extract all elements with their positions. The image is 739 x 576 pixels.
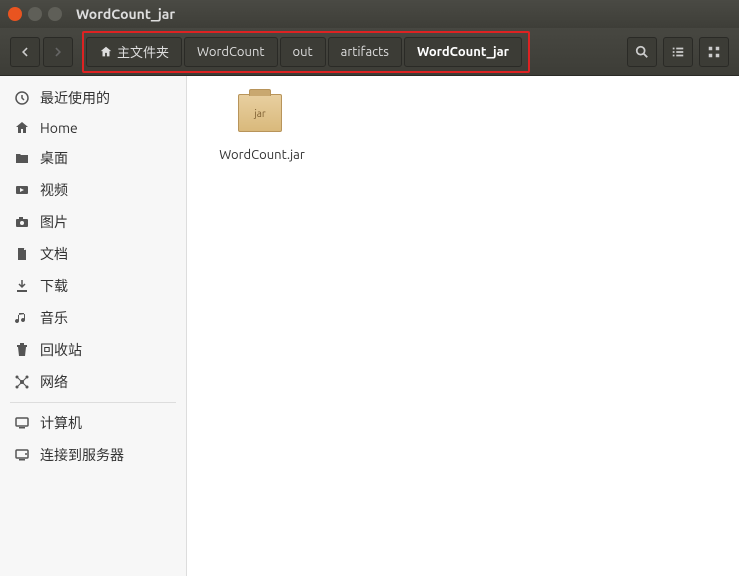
- list-icon: [671, 45, 685, 59]
- home-icon: [99, 45, 113, 59]
- clock-icon: [14, 90, 30, 106]
- view-list-button[interactable]: [663, 37, 693, 67]
- breadcrumb-seg-2[interactable]: artifacts: [328, 37, 402, 67]
- sidebar-item-computer[interactable]: 计算机: [0, 407, 186, 439]
- sidebar-item-label: 连接到服务器: [40, 445, 124, 465]
- sidebar-item-pictures[interactable]: 图片: [0, 206, 186, 238]
- toolbar-right: [627, 37, 729, 67]
- breadcrumb: 主文件夹 WordCount out artifacts WordCount_j…: [82, 31, 530, 73]
- search-icon: [635, 45, 649, 59]
- jar-icon: jar: [238, 94, 286, 142]
- minimize-icon[interactable]: [28, 7, 42, 21]
- trash-icon: [14, 342, 30, 358]
- folder-icon: [14, 150, 30, 166]
- back-button[interactable]: [10, 37, 40, 67]
- window-title: WordCount_jar: [76, 6, 175, 22]
- sidebar-item-label: 图片: [40, 212, 68, 232]
- sidebar-item-label: Home: [40, 120, 78, 136]
- sidebar-item-recent[interactable]: 最近使用的: [0, 82, 186, 114]
- sidebar-item-label: 文档: [40, 244, 68, 264]
- sidebar-item-label: 桌面: [40, 148, 68, 168]
- breadcrumb-home[interactable]: 主文件夹: [86, 37, 182, 67]
- window-buttons: [8, 7, 62, 21]
- sidebar-item-label: 最近使用的: [40, 88, 110, 108]
- maximize-icon[interactable]: [48, 7, 62, 21]
- sidebar-item-desktop[interactable]: 桌面: [0, 142, 186, 174]
- sidebar-item-trash[interactable]: 回收站: [0, 334, 186, 366]
- sidebar-item-videos[interactable]: 视频: [0, 174, 186, 206]
- file-name: WordCount.jar: [219, 148, 305, 162]
- view-grid-button[interactable]: [699, 37, 729, 67]
- sidebar-item-home[interactable]: Home: [0, 114, 186, 142]
- video-icon: [14, 182, 30, 198]
- network-icon: [14, 374, 30, 390]
- breadcrumb-home-label: 主文件夹: [117, 42, 169, 61]
- sidebar-item-music[interactable]: 音乐: [0, 302, 186, 334]
- sidebar-item-downloads[interactable]: 下载: [0, 270, 186, 302]
- sidebar: 最近使用的 Home 桌面视频图片文档下载音乐回收站网络计算机连接到服务器: [0, 76, 187, 576]
- sidebar-item-server[interactable]: 连接到服务器: [0, 439, 186, 471]
- grid-icon: [707, 45, 721, 59]
- sidebar-item-label: 下载: [40, 276, 68, 296]
- breadcrumb-seg-0[interactable]: WordCount: [184, 37, 277, 67]
- sidebar-item-label: 网络: [40, 372, 68, 392]
- sidebar-item-network[interactable]: 网络: [0, 366, 186, 398]
- download-icon: [14, 278, 30, 294]
- titlebar: WordCount_jar: [0, 0, 739, 28]
- sidebar-item-documents[interactable]: 文档: [0, 238, 186, 270]
- sidebar-item-label: 计算机: [40, 413, 82, 433]
- sidebar-item-label: 视频: [40, 180, 68, 200]
- sidebar-separator: [10, 402, 176, 403]
- breadcrumb-seg-3[interactable]: WordCount_jar: [404, 37, 522, 67]
- toolbar: 主文件夹 WordCount out artifacts WordCount_j…: [0, 28, 739, 76]
- file-item[interactable]: jar WordCount.jar: [207, 94, 317, 162]
- server-icon: [14, 447, 30, 463]
- forward-button[interactable]: [43, 37, 73, 67]
- breadcrumb-seg-1[interactable]: out: [280, 37, 326, 67]
- file-pane[interactable]: jar WordCount.jar: [187, 76, 739, 576]
- close-icon[interactable]: [8, 7, 22, 21]
- sidebar-item-label: 回收站: [40, 340, 82, 360]
- camera-icon: [14, 214, 30, 230]
- music-icon: [14, 310, 30, 326]
- search-button[interactable]: [627, 37, 657, 67]
- main: 最近使用的 Home 桌面视频图片文档下载音乐回收站网络计算机连接到服务器 jar W…: [0, 76, 739, 576]
- doc-icon: [14, 246, 30, 262]
- sidebar-item-label: 音乐: [40, 308, 68, 328]
- computer-icon: [14, 415, 30, 431]
- home-icon: [14, 120, 30, 136]
